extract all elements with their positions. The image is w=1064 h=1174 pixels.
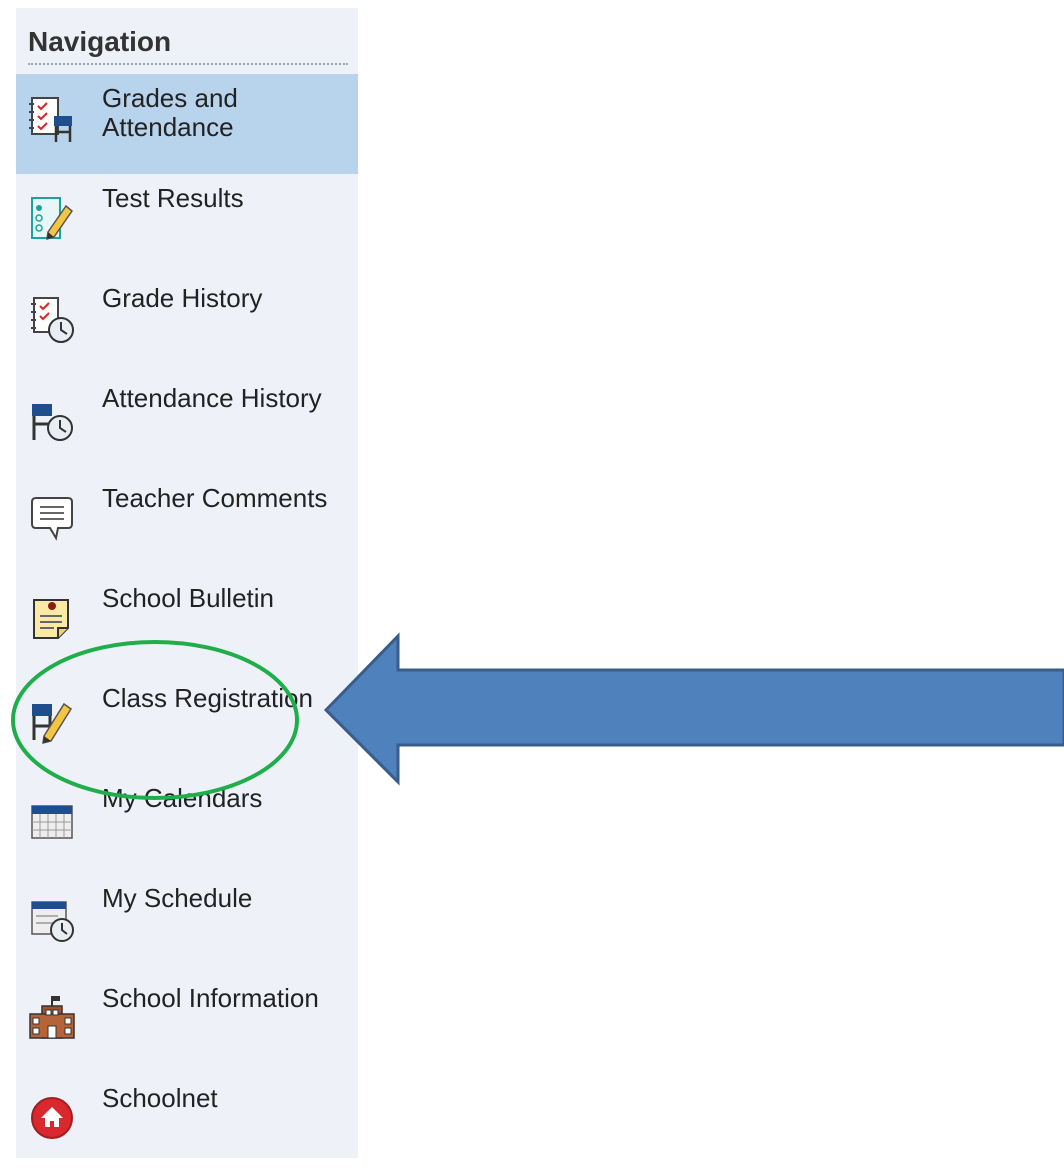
navigation-sidebar: Navigation Grades and Attendance Test Re… bbox=[16, 8, 358, 1158]
nav-item-label: School Bulletin bbox=[102, 583, 274, 613]
nav-item-my-calendars[interactable]: My Calendars bbox=[16, 774, 358, 874]
nav-item-my-schedule[interactable]: My Schedule bbox=[16, 874, 358, 974]
grades-attendance-icon bbox=[28, 92, 76, 144]
calendar-icon bbox=[28, 792, 76, 844]
nav-list: Grades and Attendance Test Results Grade… bbox=[16, 74, 358, 1174]
attendance-history-icon bbox=[28, 392, 76, 444]
nav-item-schoolnet[interactable]: Schoolnet bbox=[16, 1074, 358, 1174]
class-registration-icon bbox=[28, 692, 76, 744]
nav-item-label: Grade History bbox=[102, 283, 263, 313]
grade-history-icon bbox=[28, 292, 76, 344]
schoolnet-home-icon bbox=[28, 1092, 76, 1144]
nav-item-grade-history[interactable]: Grade History bbox=[16, 274, 358, 374]
bulletin-icon bbox=[28, 592, 76, 644]
nav-item-label: Grades and Attendance bbox=[102, 83, 238, 142]
schedule-icon bbox=[28, 892, 76, 944]
nav-item-test-results[interactable]: Test Results bbox=[16, 174, 358, 274]
nav-item-label: My Schedule bbox=[102, 883, 253, 913]
test-results-icon bbox=[28, 192, 76, 244]
nav-item-school-bulletin[interactable]: School Bulletin bbox=[16, 574, 358, 674]
nav-item-label: Attendance History bbox=[102, 383, 322, 413]
nav-item-class-registration[interactable]: Class Registration bbox=[16, 674, 358, 774]
nav-item-grades-and-attendance[interactable]: Grades and Attendance bbox=[16, 74, 358, 174]
school-building-icon bbox=[28, 992, 76, 1044]
nav-item-attendance-history[interactable]: Attendance History bbox=[16, 374, 358, 474]
nav-item-teacher-comments[interactable]: Teacher Comments bbox=[16, 474, 358, 574]
navigation-heading: Navigation bbox=[28, 26, 172, 57]
nav-item-label: Schoolnet bbox=[102, 1083, 218, 1113]
nav-item-school-information[interactable]: School Information bbox=[16, 974, 358, 1074]
nav-item-label: Teacher Comments bbox=[102, 483, 328, 513]
heading-divider bbox=[28, 63, 348, 65]
pointer-arrow bbox=[323, 632, 1064, 786]
nav-item-label: My Calendars bbox=[102, 783, 263, 813]
nav-item-label: Test Results bbox=[102, 183, 244, 213]
nav-item-label: School Information bbox=[102, 983, 319, 1013]
nav-item-label: Class Registration bbox=[102, 683, 313, 713]
comment-bubble-icon bbox=[28, 492, 76, 544]
